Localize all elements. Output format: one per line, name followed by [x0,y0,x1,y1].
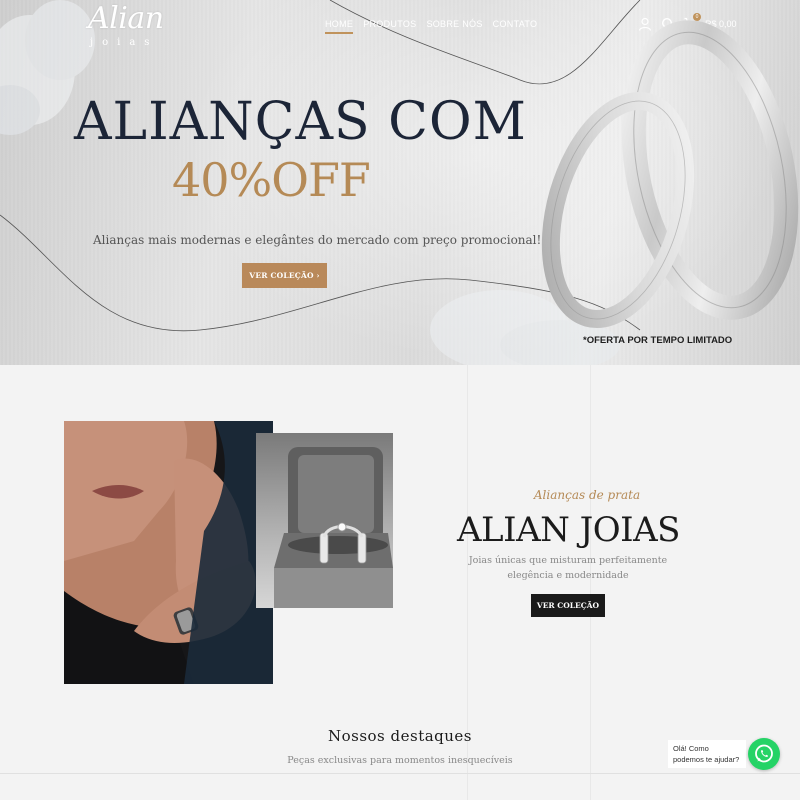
hero-subtitle: Alianças mais modernas e elegântes do me… [93,233,542,247]
whatsapp-chat-button[interactable] [748,738,780,770]
hero-banner: Alian joias HOME PRODUTOS SOBRE NÓS CONT… [0,0,800,365]
nav-item-produtos[interactable]: PRODUTOS [363,19,416,34]
hero-cta-button[interactable]: VER COLEÇÃO › [242,263,327,288]
nav-item-home[interactable]: HOME [325,19,354,34]
brand-logo[interactable]: Alian joias [82,1,182,49]
collection-eyebrow: Alianças de prata [533,488,641,502]
collection-description: Joias únicas que misturam perfeitamente … [468,555,668,581]
nav-item-sobre[interactable]: SOBRE NÓS [426,19,482,34]
model-wearing-ring-photo [64,421,273,684]
model-illustration [64,421,273,684]
whatsapp-icon [755,744,773,763]
hero-title: ALIANÇAS COM [74,92,527,152]
collection-cta-button[interactable]: VER COLEÇÃO [531,594,605,617]
limited-offer-note: *OFERTA POR TEMPO LIMITADO [583,335,733,346]
ring-box-illustration [256,433,393,608]
collection-title: ALIAN JOIAS [457,510,680,550]
ring-box-photo [256,433,393,608]
section-divider [0,773,800,774]
chat-greeting-bubble[interactable]: Olá! Como podemos te ajudar? [668,740,746,768]
main-nav: HOME PRODUTOS SOBRE NÓS CONTATO [325,19,537,34]
hero-offer: 40%OFF [172,153,371,207]
wedding-rings-image [541,20,799,329]
logo-subtitle: joias [90,37,159,48]
logo-name: Alian [88,1,164,36]
